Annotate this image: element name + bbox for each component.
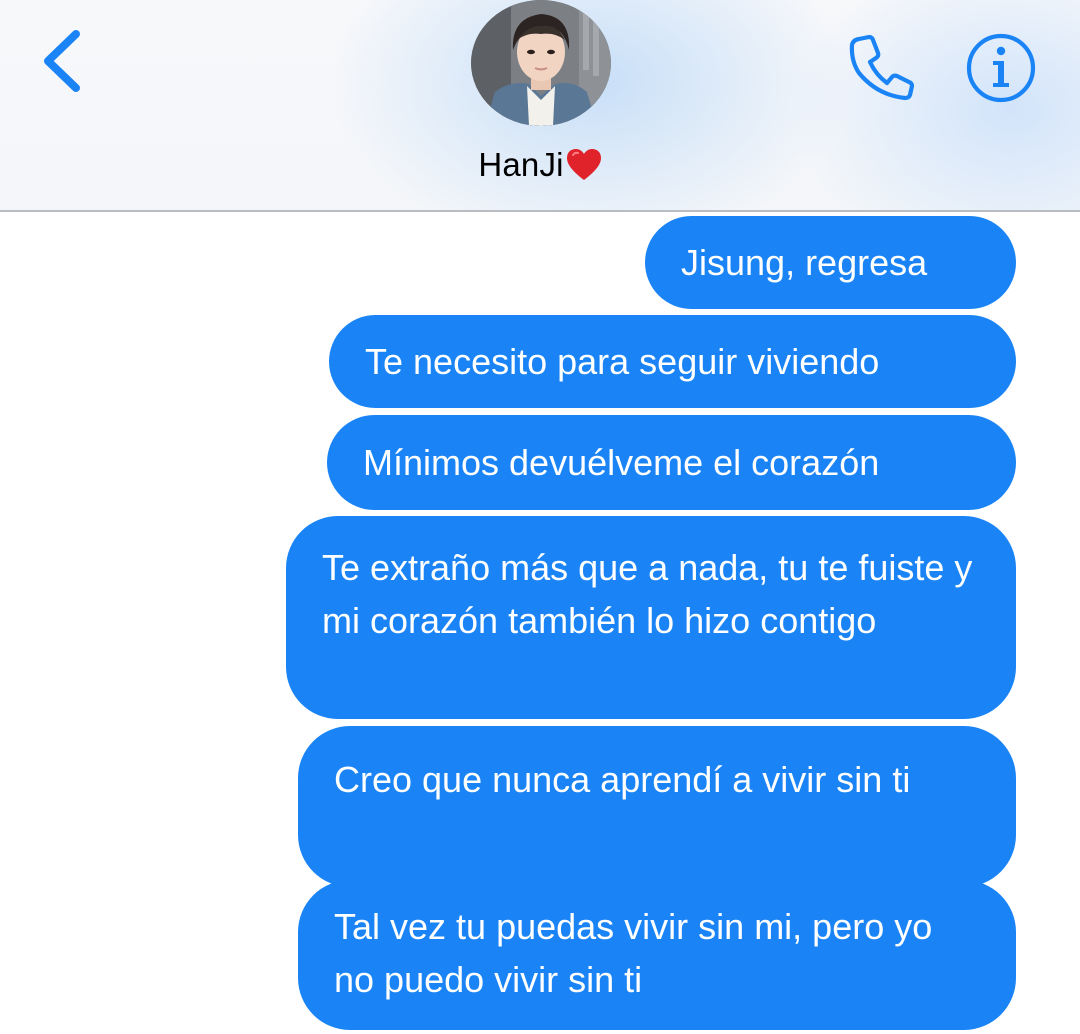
red-heart-icon: [566, 149, 601, 181]
info-button[interactable]: [965, 32, 1037, 104]
message-list[interactable]: Jisung, regresa Te necesito para seguir …: [0, 212, 1080, 1034]
contact-avatar[interactable]: [471, 0, 611, 126]
message-bubble[interactable]: Jisung, regresa: [645, 216, 1016, 309]
chevron-left-icon: [44, 30, 80, 92]
info-icon: [966, 33, 1036, 103]
message-bubble[interactable]: Tal vez tu puedas vivir sin mi, pero yo …: [298, 880, 1016, 1030]
phone-icon: [849, 34, 915, 101]
chat-screen: HanJi Jisung, regresa Te necesito para s…: [0, 0, 1080, 1034]
message-bubble[interactable]: Creo que nunca aprendí a vivir sin ti: [298, 726, 1016, 887]
contact-name[interactable]: HanJi: [0, 144, 1080, 184]
call-button[interactable]: [847, 33, 917, 101]
message-bubble[interactable]: Te necesito para seguir viviendo: [329, 315, 1016, 408]
contact-name-text: HanJi: [478, 146, 564, 184]
message-bubble[interactable]: Te extraño más que a nada, tu te fuiste …: [286, 516, 1016, 719]
avatar-photo: [471, 0, 611, 126]
back-button[interactable]: [36, 28, 88, 96]
conversation-header: HanJi: [0, 0, 1080, 212]
message-bubble[interactable]: Mínimos devuélveme el corazón: [327, 415, 1016, 510]
